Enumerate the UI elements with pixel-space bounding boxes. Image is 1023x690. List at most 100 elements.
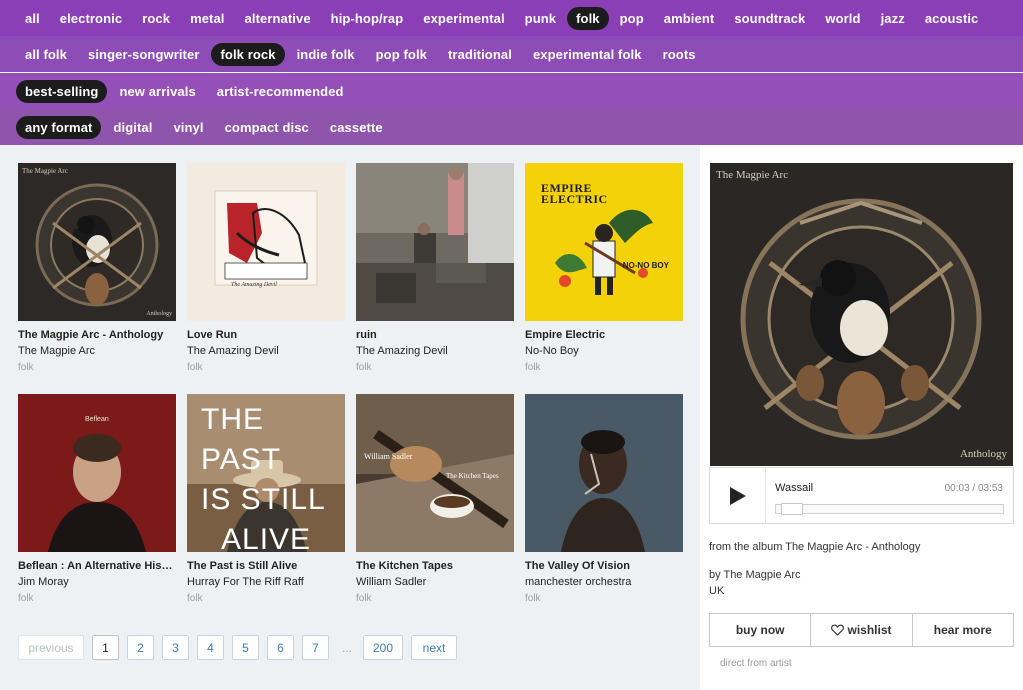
subgenre-tab-roots[interactable]: roots — [654, 43, 705, 66]
album-artist[interactable]: The Amazing Devil — [187, 345, 345, 357]
genre-tab-all[interactable]: all — [16, 7, 49, 30]
cover-title-text: THE PAST — [201, 403, 282, 476]
format-tab-compact-disc[interactable]: compact disc — [216, 116, 318, 139]
album-card[interactable]: EMPIRE ELECTRIC NO-NO BOY Empire Electri… — [525, 163, 683, 373]
album-title[interactable]: The Past is Still Alive — [187, 560, 345, 572]
heart-icon — [831, 624, 845, 636]
page-button-1[interactable]: 1 — [92, 635, 119, 660]
wishlist-button[interactable]: wishlist — [811, 614, 913, 646]
genre-tab-acoustic[interactable]: acoustic — [916, 7, 988, 30]
subgenre-tab-indie-folk[interactable]: indie folk — [288, 43, 364, 66]
album-title[interactable]: Beflean : An Alternative History of ... — [18, 560, 176, 572]
by-artist-text[interactable]: by The Magpie Arc — [709, 569, 801, 581]
album-cover[interactable] — [525, 394, 683, 552]
album-card[interactable]: ruin The Amazing Devil folk — [356, 163, 514, 373]
album-card[interactable]: The Amazing Devil Love Run The Amazing D… — [187, 163, 345, 373]
album-cover[interactable]: The Amazing Devil — [187, 163, 345, 321]
page-button-6[interactable]: 6 — [267, 635, 294, 660]
sort-filter-bar: best-selling new arrivals artist-recommend… — [0, 73, 1023, 109]
featured-album-panel: The Magpie Arc Anthology Wassail 00:03 /… — [700, 145, 1023, 690]
genre-tab-jazz[interactable]: jazz — [872, 7, 914, 30]
album-artist[interactable]: The Amazing Devil — [356, 345, 514, 357]
page-button-7[interactable]: 7 — [302, 635, 329, 660]
genre-tab-rock[interactable]: rock — [133, 7, 179, 30]
album-cover[interactable] — [356, 163, 514, 321]
album-title[interactable]: ruin — [356, 329, 514, 341]
subgenre-tab-pop-folk[interactable]: pop folk — [367, 43, 436, 66]
genre-tab-ambient[interactable]: ambient — [655, 7, 724, 30]
sort-tab-artist-recommended[interactable]: artist-recommended — [208, 80, 353, 103]
track-time: 00:03 / 03:53 — [944, 483, 1003, 494]
album-grid: The Magpie Arc Anthology The Magpie Arc … — [0, 145, 700, 690]
cover-artist-text: NO-NO BOY — [622, 261, 669, 270]
cover-title-text: ELECTRIC — [541, 192, 608, 206]
subgenre-tab-folk-rock[interactable]: folk rock — [211, 42, 285, 66]
sort-tab-new-arrivals[interactable]: new arrivals — [110, 80, 204, 103]
subgenre-filter-bar: all folk singer-songwriter folk rock indie … — [0, 36, 1023, 72]
hear-more-button[interactable]: hear more — [913, 614, 1013, 646]
format-tab-vinyl[interactable]: vinyl — [164, 116, 212, 139]
album-artist[interactable]: No-No Boy — [525, 345, 683, 357]
album-genre: folk — [187, 362, 203, 373]
format-tab-any-format[interactable]: any format — [16, 115, 102, 139]
subgenre-tab-experimental-folk[interactable]: experimental folk — [524, 43, 651, 66]
album-artist[interactable]: Jim Moray — [18, 576, 176, 588]
page-button-last[interactable]: 200 — [363, 635, 403, 660]
cover-title-text: Beflean — [85, 416, 109, 423]
genre-tab-world[interactable]: world — [816, 7, 869, 30]
artist-location: UK — [709, 585, 725, 597]
album-card[interactable]: THE PAST IS STILL ALIVE The Past is Stil… — [187, 394, 345, 604]
album-genre: folk — [356, 362, 372, 373]
genre-tab-electronic[interactable]: electronic — [51, 7, 131, 30]
genre-tab-soundtrack[interactable]: soundtrack — [725, 7, 814, 30]
genre-tab-folk[interactable]: folk — [567, 6, 609, 30]
album-card[interactable]: Beflean Beflean : An Alternative History… — [18, 394, 176, 604]
album-card[interactable]: The Valley Of Vision manchester orchestr… — [525, 394, 683, 604]
album-artist[interactable]: manchester orchestra — [525, 576, 683, 588]
sort-tab-best-selling[interactable]: best-selling — [16, 79, 108, 103]
play-button[interactable] — [710, 468, 766, 523]
subgenre-tab-traditional[interactable]: traditional — [439, 43, 521, 66]
genre-tab-alternative[interactable]: alternative — [236, 7, 320, 30]
buy-now-button[interactable]: buy now — [710, 614, 812, 646]
genre-tab-metal[interactable]: metal — [181, 7, 233, 30]
album-title[interactable]: The Kitchen Tapes — [356, 560, 514, 572]
album-artist[interactable]: Hurray For The Riff Raff — [187, 576, 345, 588]
album-cover[interactable]: EMPIRE ELECTRIC NO-NO BOY — [525, 163, 683, 321]
page-button-2[interactable]: 2 — [127, 635, 154, 660]
album-card[interactable]: William Sadler The Kitchen Tapes The Kit… — [356, 394, 514, 604]
album-title[interactable]: The Magpie Arc - Anthology — [18, 329, 176, 341]
album-cover[interactable]: William Sadler The Kitchen Tapes — [356, 394, 514, 552]
page-button-3[interactable]: 3 — [162, 635, 189, 660]
subgenre-tab-all-folk[interactable]: all folk — [16, 43, 76, 66]
album-title[interactable]: Empire Electric — [525, 329, 683, 341]
page-button-4[interactable]: 4 — [197, 635, 224, 660]
page-button-5[interactable]: 5 — [232, 635, 259, 660]
genre-tab-pop[interactable]: pop — [611, 7, 653, 30]
direct-from-artist-text: direct from artist — [720, 658, 792, 669]
genre-tab-hip-hop-rap[interactable]: hip-hop/rap — [322, 7, 413, 30]
album-artist[interactable]: William Sadler — [356, 576, 514, 588]
album-genre: folk — [18, 593, 34, 604]
format-tab-digital[interactable]: digital — [104, 116, 161, 139]
subgenre-tab-singer-songwriter[interactable]: singer-songwriter — [79, 43, 209, 66]
progress-bar[interactable] — [775, 503, 1004, 515]
featured-album-cover[interactable]: The Magpie Arc Anthology — [710, 163, 1013, 466]
cover-artist-text: William Sadler — [364, 452, 413, 461]
album-title[interactable]: Love Run — [187, 329, 345, 341]
genre-tab-experimental[interactable]: experimental — [414, 7, 513, 30]
album-artist[interactable]: The Magpie Arc — [18, 345, 176, 357]
hear-more-label: hear more — [933, 623, 992, 637]
album-card[interactable]: The Magpie Arc Anthology The Magpie Arc … — [18, 163, 176, 373]
album-title[interactable]: The Valley Of Vision — [525, 560, 683, 572]
audio-player: Wassail 00:03 / 03:53 — [709, 467, 1014, 524]
format-tab-cassette[interactable]: cassette — [321, 116, 392, 139]
next-page-button[interactable]: next — [411, 635, 457, 660]
album-cover[interactable]: THE PAST IS STILL ALIVE — [187, 394, 345, 552]
album-cover[interactable]: The Magpie Arc Anthology — [18, 163, 176, 321]
genre-tab-punk[interactable]: punk — [516, 7, 565, 30]
album-cover[interactable]: Beflean — [18, 394, 176, 552]
progress-handle[interactable] — [780, 503, 803, 515]
previous-page-button[interactable]: previous — [18, 635, 84, 660]
from-album-text[interactable]: from the album The Magpie Arc - Antholog… — [709, 541, 920, 553]
